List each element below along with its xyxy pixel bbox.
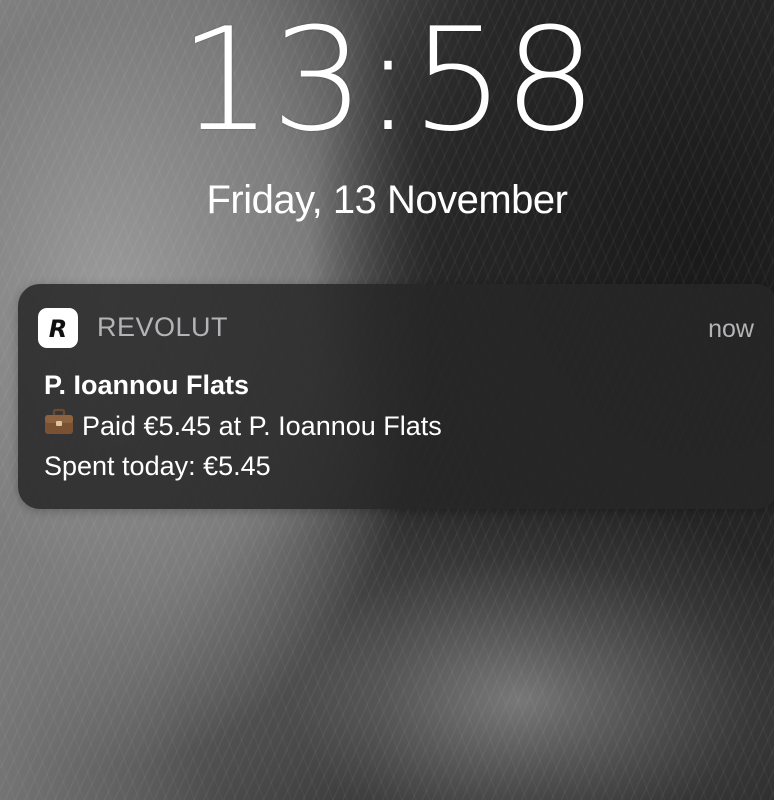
notification-title: P. Ioannou Flats bbox=[44, 370, 250, 400]
briefcase-icon bbox=[44, 408, 74, 443]
app-name: REVOLUT bbox=[97, 312, 229, 342]
notification-card[interactable]: R REVOLUT now P. Ioannou Flats Paid €5.4… bbox=[18, 284, 774, 509]
notification-time: now bbox=[708, 315, 754, 343]
notification-body-line-1: Paid €5.45 at P. Ioannou Flats bbox=[44, 408, 442, 443]
lockscreen-date: Friday, 13 November bbox=[206, 178, 568, 222]
revolut-r-icon: R bbox=[38, 308, 78, 348]
svg-text:R: R bbox=[49, 315, 67, 343]
notification-body-line-2: Spent today: €5.45 bbox=[44, 451, 271, 481]
notification-body-text: Paid €5.45 at P. Ioannou Flats bbox=[82, 411, 442, 441]
notification-header: R REVOLUT now bbox=[18, 284, 774, 368]
lockscreen-clock: 13:58 bbox=[178, 0, 598, 163]
